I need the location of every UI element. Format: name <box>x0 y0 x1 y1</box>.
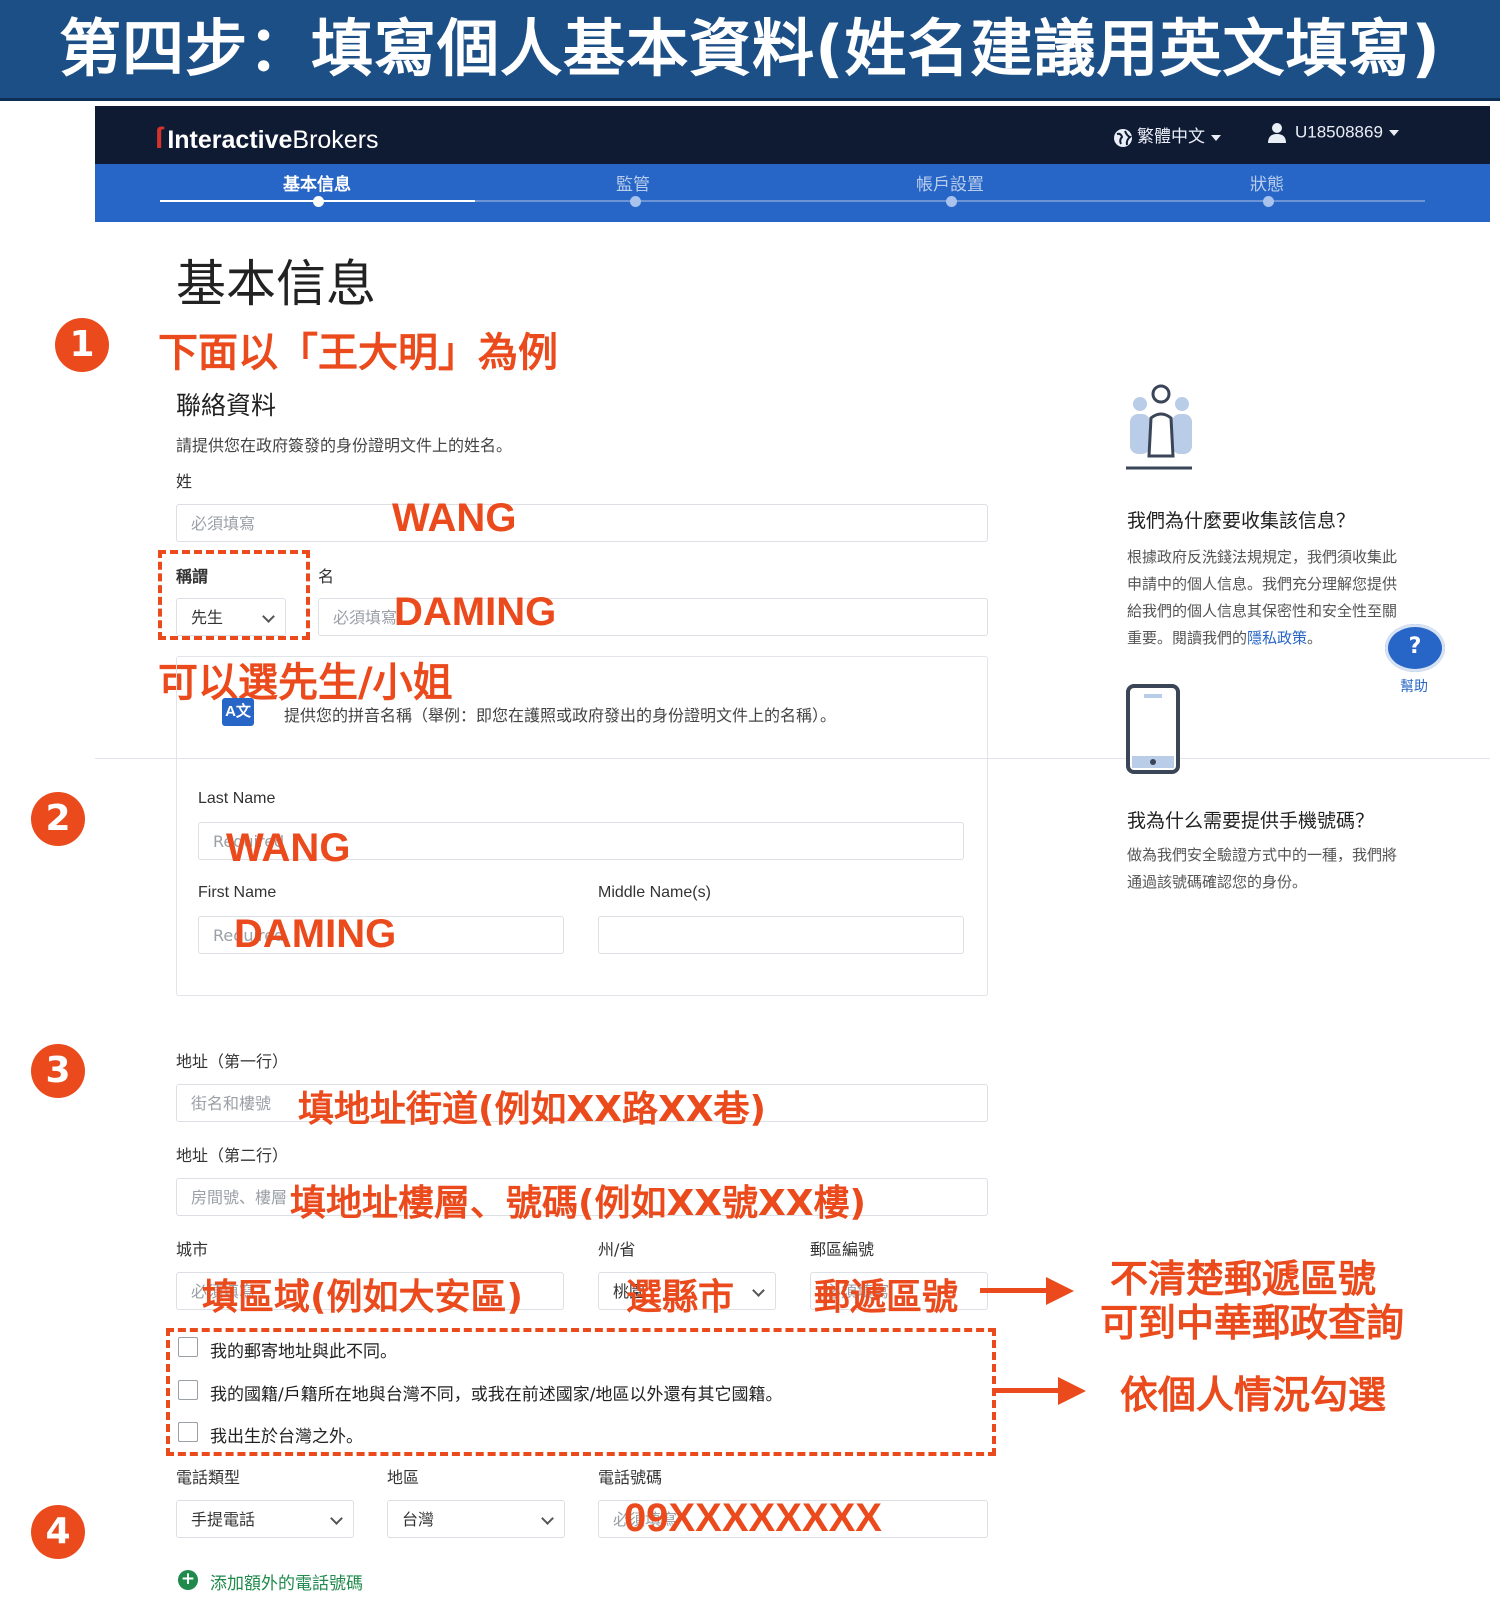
state-note: 選縣市 <box>626 1277 735 1318</box>
logo-text-bold: Interactive <box>167 126 293 154</box>
step-number-4: 4 <box>31 1505 85 1559</box>
chevron-down-icon <box>1388 130 1399 136</box>
first-name-example: DAMING <box>234 912 397 956</box>
last-name-example: WANG <box>226 826 351 870</box>
first-name-label: First Name <box>198 884 277 901</box>
step-number-2: 2 <box>31 792 85 846</box>
zip-note: 郵遞區號 <box>814 1277 959 1318</box>
surname-input[interactable]: 必須填寫 <box>176 504 988 542</box>
translate-icon: A文 <box>222 698 254 726</box>
zip-arrow-line <box>980 1288 1048 1293</box>
page-title: 基本信息 <box>176 255 376 313</box>
step-account-setup[interactable]: 帳戶設置 <box>850 170 1050 195</box>
zip-label: 郵區編號 <box>810 1240 875 1259</box>
checkbox-born-abroad[interactable] <box>178 1422 198 1442</box>
given-name-label: 名 <box>318 567 335 586</box>
checkbox-nationality[interactable] <box>178 1380 198 1400</box>
user-menu[interactable]: U18508869 <box>1267 122 1399 144</box>
zip-help-line2: 可到中華郵政查詢 <box>1100 1301 1405 1345</box>
checkbox-mailing-address-label: 我的郵寄地址與此不同。 <box>210 1342 397 1362</box>
phone-number-example: 09XXXXXXXX <box>624 1496 882 1540</box>
help-icon[interactable]: ? <box>1385 624 1445 672</box>
contact-heading: 聯絡資料 <box>176 391 277 420</box>
middle-name-input[interactable] <box>598 916 964 954</box>
ib-logo[interactable]: ſ InteractiveBrokers <box>155 122 379 156</box>
phone-type-value: 手提電話 <box>191 1510 256 1529</box>
surname-placeholder: 必須填寫 <box>191 514 256 533</box>
why-collect-text: 根據政府反洗錢法規規定，我們須收集此申請中的個人信息。我們充分理解您提供給我們的… <box>1127 544 1407 652</box>
why-phone-text: 做為我們安全驗證方式中的一種，我們將通過該號碼確認您的身份。 <box>1127 846 1398 891</box>
phone-type-select[interactable]: 手提電話 <box>176 1500 354 1538</box>
step-number-3: 3 <box>31 1044 85 1098</box>
why-collect-text-end: 。 <box>1307 629 1323 647</box>
step-dot-account-setup <box>946 196 957 207</box>
checkbox-note: 依個人情況勾選 <box>1120 1373 1387 1417</box>
last-name-label: Last Name <box>198 790 276 807</box>
salutation-label: 稱謂 <box>176 567 209 586</box>
language-selector[interactable]: 繁體中文 <box>1113 122 1221 148</box>
phone-region-label: 地區 <box>387 1468 420 1487</box>
ib-logo-mark-icon: ſ <box>155 122 164 155</box>
user-icon <box>1268 123 1286 143</box>
address-line2-label: 地址（第二行） <box>176 1146 289 1165</box>
checkbox-born-abroad-label: 我出生於台灣之外。 <box>210 1427 363 1447</box>
plus-icon[interactable]: + <box>178 1570 198 1590</box>
step-basic-info[interactable]: 基本信息 <box>217 170 417 195</box>
step-dot-basic-info <box>313 196 324 207</box>
people-icon <box>1126 384 1192 470</box>
checkbox-mailing-address[interactable] <box>178 1337 198 1357</box>
line2-note: 填地址樓層、號碼(例如XX號XX樓) <box>290 1183 866 1224</box>
step-status[interactable]: 狀態 <box>1167 170 1367 195</box>
city-note: 填區域(例如大安區) <box>202 1277 523 1318</box>
street-note: 填地址街道(例如XX路XX巷) <box>298 1089 766 1130</box>
chevron-down-icon <box>1211 134 1221 141</box>
checkbox-arrow-head <box>1058 1377 1086 1405</box>
state-label: 州/省 <box>598 1240 636 1259</box>
surname-example: WANG <box>392 496 517 540</box>
logo-text-light: Brokers <box>292 126 379 154</box>
step-number-1: 1 <box>55 318 109 372</box>
middle-name-label: Middle Name(s) <box>598 884 711 901</box>
contact-description: 請提供您在政府簽發的身份證明文件上的姓名。 <box>176 436 513 455</box>
step-regulatory[interactable]: 監管 <box>533 170 733 195</box>
checkbox-arrow-line <box>994 1388 1060 1393</box>
surname-label: 姓 <box>176 472 193 491</box>
phone-device-icon <box>1126 684 1180 774</box>
given-name-example: DAMING <box>394 590 557 634</box>
zip-arrow-head <box>1046 1277 1074 1305</box>
step-dot-regulatory <box>630 196 641 207</box>
instruction-banner: 第四步：填寫個人基本資料(姓名建議用英文填寫) <box>0 0 1500 101</box>
add-phone-link[interactable]: 添加額外的電話號碼 <box>210 1569 363 1594</box>
why-phone-title: 我為什么需要提供手機號碼？ <box>1127 810 1375 832</box>
user-id: U18508869 <box>1295 122 1383 142</box>
globe-icon <box>1114 128 1133 147</box>
phone-type-label: 電話類型 <box>176 1468 241 1487</box>
city-label: 城市 <box>176 1240 209 1259</box>
help-label[interactable]: 幫助 <box>1400 676 1428 696</box>
salutation-select[interactable]: 先生 <box>176 598 286 636</box>
example-note: 下面以「王大明」為例 <box>158 330 558 376</box>
language-label: 繁體中文 <box>1137 127 1205 146</box>
why-collect-title: 我們為什麼要收集該信息？ <box>1127 510 1356 532</box>
phone-region-value: 台灣 <box>402 1510 435 1529</box>
phone-region-select[interactable]: 台灣 <box>387 1500 565 1538</box>
pinyin-note: 提供您的拼音名稱（舉例：即您在護照或政府發出的身份證明文件上的名稱）。 <box>284 706 837 725</box>
checkbox-nationality-label: 我的國籍/戶籍所在地與台灣不同，或我在前述國家/地區以外還有其它國籍。 <box>210 1385 783 1405</box>
divider <box>95 758 1490 759</box>
step-dot-status <box>1263 196 1274 207</box>
privacy-policy-link[interactable]: 隱私政策 <box>1247 629 1307 647</box>
phone-number-label: 電話號碼 <box>598 1468 663 1487</box>
address-line1-label: 地址（第一行） <box>176 1052 289 1071</box>
